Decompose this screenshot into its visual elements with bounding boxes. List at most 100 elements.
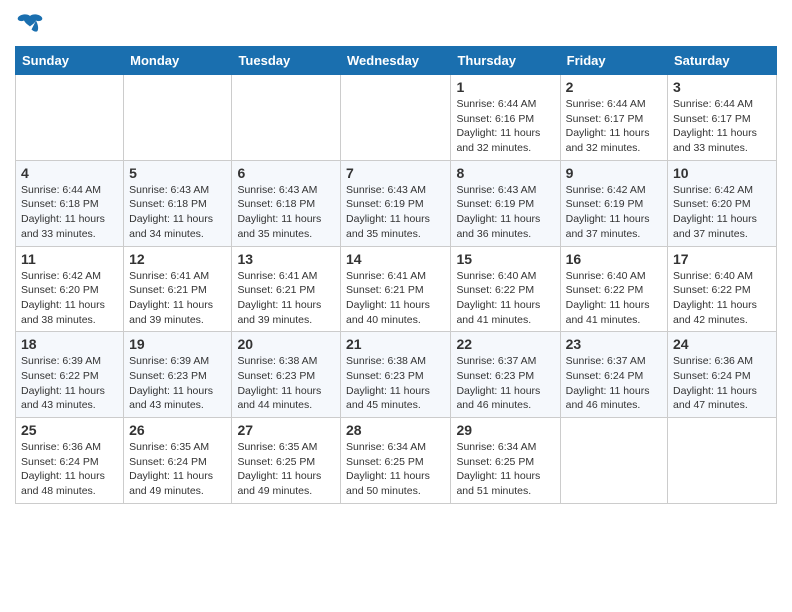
cell-day-info: Sunrise: 6:35 AM Sunset: 6:24 PM Dayligh… — [129, 440, 226, 499]
cell-day-number: 19 — [129, 336, 226, 352]
calendar-cell: 26 Sunrise: 6:35 AM Sunset: 6:24 PM Dayli… — [124, 418, 232, 504]
calendar-cell: 13 Sunrise: 6:41 AM Sunset: 6:21 PM Dayli… — [232, 246, 341, 332]
calendar-cell — [232, 75, 341, 161]
cell-day-info: Sunrise: 6:34 AM Sunset: 6:25 PM Dayligh… — [346, 440, 445, 499]
calendar-cell: 19 Sunrise: 6:39 AM Sunset: 6:23 PM Dayli… — [124, 332, 232, 418]
cell-day-number: 14 — [346, 251, 445, 267]
cell-day-info: Sunrise: 6:44 AM Sunset: 6:17 PM Dayligh… — [566, 97, 662, 156]
cell-day-number: 20 — [237, 336, 335, 352]
cell-day-number: 15 — [456, 251, 554, 267]
cell-day-number: 12 — [129, 251, 226, 267]
calendar-cell: 18 Sunrise: 6:39 AM Sunset: 6:22 PM Dayli… — [16, 332, 124, 418]
calendar-cell: 6 Sunrise: 6:43 AM Sunset: 6:18 PM Daylig… — [232, 160, 341, 246]
cell-day-number: 21 — [346, 336, 445, 352]
calendar-col-header: Monday — [124, 47, 232, 75]
cell-day-info: Sunrise: 6:41 AM Sunset: 6:21 PM Dayligh… — [129, 269, 226, 328]
calendar-week-row: 18 Sunrise: 6:39 AM Sunset: 6:22 PM Dayli… — [16, 332, 777, 418]
calendar-cell: 16 Sunrise: 6:40 AM Sunset: 6:22 PM Dayli… — [560, 246, 667, 332]
cell-day-info: Sunrise: 6:37 AM Sunset: 6:23 PM Dayligh… — [456, 354, 554, 413]
cell-day-info: Sunrise: 6:43 AM Sunset: 6:19 PM Dayligh… — [346, 183, 445, 242]
cell-day-info: Sunrise: 6:40 AM Sunset: 6:22 PM Dayligh… — [566, 269, 662, 328]
page-header — [15, 10, 777, 40]
calendar-cell — [560, 418, 667, 504]
cell-day-info: Sunrise: 6:39 AM Sunset: 6:23 PM Dayligh… — [129, 354, 226, 413]
calendar-col-header: Tuesday — [232, 47, 341, 75]
calendar-cell: 25 Sunrise: 6:36 AM Sunset: 6:24 PM Dayli… — [16, 418, 124, 504]
calendar-cell: 10Sunrise: 6:42 AM Sunset: 6:20 PM Dayli… — [668, 160, 777, 246]
cell-day-info: Sunrise: 6:36 AM Sunset: 6:24 PM Dayligh… — [21, 440, 118, 499]
calendar-cell: 11Sunrise: 6:42 AM Sunset: 6:20 PM Dayli… — [16, 246, 124, 332]
calendar-cell: 1Sunrise: 6:44 AM Sunset: 6:16 PM Daylig… — [451, 75, 560, 161]
calendar-cell: 29 Sunrise: 6:34 AM Sunset: 6:25 PM Dayli… — [451, 418, 560, 504]
cell-day-number: 26 — [129, 422, 226, 438]
cell-day-info: Sunrise: 6:35 AM Sunset: 6:25 PM Dayligh… — [237, 440, 335, 499]
cell-day-info: Sunrise: 6:43 AM Sunset: 6:18 PM Dayligh… — [237, 183, 335, 242]
cell-day-info: Sunrise: 6:44 AM Sunset: 6:17 PM Dayligh… — [673, 97, 771, 156]
calendar-cell: 17 Sunrise: 6:40 AM Sunset: 6:22 PM Dayli… — [668, 246, 777, 332]
calendar-cell: 4 Sunrise: 6:44 AM Sunset: 6:18 PM Daylig… — [16, 160, 124, 246]
calendar-cell: 7 Sunrise: 6:43 AM Sunset: 6:19 PM Daylig… — [341, 160, 451, 246]
logo-bird-icon — [15, 10, 45, 40]
cell-day-number: 16 — [566, 251, 662, 267]
calendar-cell: 2 Sunrise: 6:44 AM Sunset: 6:17 PM Daylig… — [560, 75, 667, 161]
cell-day-info: Sunrise: 6:38 AM Sunset: 6:23 PM Dayligh… — [346, 354, 445, 413]
cell-day-number: 6 — [237, 165, 335, 181]
cell-day-number: 27 — [237, 422, 335, 438]
cell-day-info: Sunrise: 6:43 AM Sunset: 6:18 PM Dayligh… — [129, 183, 226, 242]
cell-day-info: Sunrise: 6:44 AM Sunset: 6:16 PM Dayligh… — [456, 97, 554, 156]
cell-day-number: 9 — [566, 165, 662, 181]
calendar-cell: 14 Sunrise: 6:41 AM Sunset: 6:21 PM Dayli… — [341, 246, 451, 332]
calendar-cell: 22 Sunrise: 6:37 AM Sunset: 6:23 PM Dayli… — [451, 332, 560, 418]
cell-day-number: 8 — [456, 165, 554, 181]
calendar-cell: 28 Sunrise: 6:34 AM Sunset: 6:25 PM Dayli… — [341, 418, 451, 504]
cell-day-info: Sunrise: 6:38 AM Sunset: 6:23 PM Dayligh… — [237, 354, 335, 413]
calendar-week-row: 4 Sunrise: 6:44 AM Sunset: 6:18 PM Daylig… — [16, 160, 777, 246]
cell-day-info: Sunrise: 6:39 AM Sunset: 6:22 PM Dayligh… — [21, 354, 118, 413]
calendar-col-header: Thursday — [451, 47, 560, 75]
cell-day-info: Sunrise: 6:37 AM Sunset: 6:24 PM Dayligh… — [566, 354, 662, 413]
calendar-cell: 9 Sunrise: 6:42 AM Sunset: 6:19 PM Daylig… — [560, 160, 667, 246]
calendar-cell — [124, 75, 232, 161]
cell-day-info: Sunrise: 6:44 AM Sunset: 6:18 PM Dayligh… — [21, 183, 118, 242]
calendar-cell: 3 Sunrise: 6:44 AM Sunset: 6:17 PM Daylig… — [668, 75, 777, 161]
calendar-week-row: 11Sunrise: 6:42 AM Sunset: 6:20 PM Dayli… — [16, 246, 777, 332]
calendar-cell: 15 Sunrise: 6:40 AM Sunset: 6:22 PM Dayli… — [451, 246, 560, 332]
cell-day-info: Sunrise: 6:42 AM Sunset: 6:20 PM Dayligh… — [21, 269, 118, 328]
calendar-cell: 24Sunrise: 6:36 AM Sunset: 6:24 PM Dayli… — [668, 332, 777, 418]
cell-day-info: Sunrise: 6:40 AM Sunset: 6:22 PM Dayligh… — [673, 269, 771, 328]
cell-day-info: Sunrise: 6:40 AM Sunset: 6:22 PM Dayligh… — [456, 269, 554, 328]
calendar-week-row: 1Sunrise: 6:44 AM Sunset: 6:16 PM Daylig… — [16, 75, 777, 161]
calendar-cell: 20 Sunrise: 6:38 AM Sunset: 6:23 PM Dayli… — [232, 332, 341, 418]
cell-day-info: Sunrise: 6:41 AM Sunset: 6:21 PM Dayligh… — [346, 269, 445, 328]
cell-day-number: 25 — [21, 422, 118, 438]
cell-day-number: 3 — [673, 79, 771, 95]
calendar-cell — [341, 75, 451, 161]
cell-day-info: Sunrise: 6:42 AM Sunset: 6:19 PM Dayligh… — [566, 183, 662, 242]
cell-day-number: 24 — [673, 336, 771, 352]
cell-day-number: 7 — [346, 165, 445, 181]
calendar-table: SundayMondayTuesdayWednesdayThursdayFrid… — [15, 46, 777, 504]
calendar-col-header: Saturday — [668, 47, 777, 75]
calendar-cell — [16, 75, 124, 161]
cell-day-number: 10 — [673, 165, 771, 181]
cell-day-number: 29 — [456, 422, 554, 438]
calendar-col-header: Wednesday — [341, 47, 451, 75]
calendar-cell — [668, 418, 777, 504]
calendar-cell: 21 Sunrise: 6:38 AM Sunset: 6:23 PM Dayli… — [341, 332, 451, 418]
cell-day-number: 17 — [673, 251, 771, 267]
cell-day-number: 28 — [346, 422, 445, 438]
cell-day-number: 18 — [21, 336, 118, 352]
logo — [15, 10, 49, 40]
cell-day-number: 2 — [566, 79, 662, 95]
cell-day-number: 5 — [129, 165, 226, 181]
cell-day-number: 22 — [456, 336, 554, 352]
calendar-cell: 12 Sunrise: 6:41 AM Sunset: 6:21 PM Dayli… — [124, 246, 232, 332]
cell-day-number: 4 — [21, 165, 118, 181]
cell-day-info: Sunrise: 6:43 AM Sunset: 6:19 PM Dayligh… — [456, 183, 554, 242]
calendar-cell: 27 Sunrise: 6:35 AM Sunset: 6:25 PM Dayli… — [232, 418, 341, 504]
calendar-week-row: 25 Sunrise: 6:36 AM Sunset: 6:24 PM Dayli… — [16, 418, 777, 504]
cell-day-number: 13 — [237, 251, 335, 267]
cell-day-info: Sunrise: 6:34 AM Sunset: 6:25 PM Dayligh… — [456, 440, 554, 499]
calendar-cell: 23Sunrise: 6:37 AM Sunset: 6:24 PM Dayli… — [560, 332, 667, 418]
cell-day-info: Sunrise: 6:41 AM Sunset: 6:21 PM Dayligh… — [237, 269, 335, 328]
